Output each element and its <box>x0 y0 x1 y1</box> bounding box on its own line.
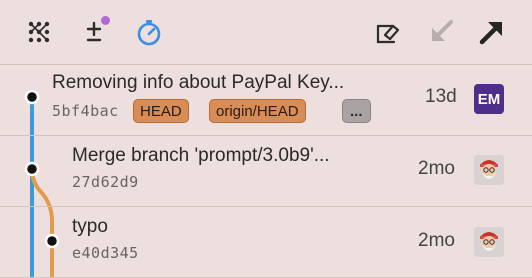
author-avatar: EM <box>474 84 504 114</box>
pull-button[interactable] <box>423 14 459 50</box>
pull-arrow-icon <box>432 20 453 41</box>
ref-tag-head[interactable]: HEAD <box>133 99 189 123</box>
commit-row[interactable]: Removing info about PayPal Key... 5bf4ba… <box>0 65 532 136</box>
push-arrow-icon <box>479 22 502 45</box>
stopwatch-icon <box>137 20 161 46</box>
commit-hash: 5bf4bac <box>52 102 119 120</box>
push-button[interactable] <box>474 14 510 50</box>
commit-message: Removing info about PayPal Key... <box>52 72 345 93</box>
commit-message: Merge branch 'prompt/3.0b9'... <box>72 145 330 166</box>
commit-age: 2mo <box>418 230 455 251</box>
commit-age: 2mo <box>418 158 455 179</box>
commit-row[interactable]: typo e40d345 2mo <box>0 207 532 278</box>
author-avatar <box>474 155 504 185</box>
commit-list: Removing info about PayPal Key... 5bf4ba… <box>0 65 532 278</box>
ref-tag-origin-head[interactable]: origin/HEAD <box>209 99 306 123</box>
open-button[interactable] <box>370 14 406 50</box>
changes-button[interactable] <box>76 14 112 50</box>
stash-button[interactable] <box>131 14 167 50</box>
graph-grid-icon <box>28 21 50 43</box>
toolbar <box>0 0 532 65</box>
commit-hash: 27d62d9 <box>72 173 139 191</box>
author-avatar <box>474 227 504 257</box>
changes-badge <box>101 16 110 25</box>
ref-tag-more[interactable]: ... <box>342 99 371 123</box>
graph-grid-button[interactable] <box>21 14 57 50</box>
bearded-face-icon <box>474 155 504 185</box>
bearded-face-icon <box>474 227 504 257</box>
commit-row[interactable]: Merge branch 'prompt/3.0b9'... 27d62d9 2… <box>0 136 532 207</box>
commit-message: typo <box>72 216 108 237</box>
commit-hash: e40d345 <box>72 244 139 262</box>
commit-age: 13d <box>425 86 457 107</box>
open-external-icon <box>376 24 400 44</box>
